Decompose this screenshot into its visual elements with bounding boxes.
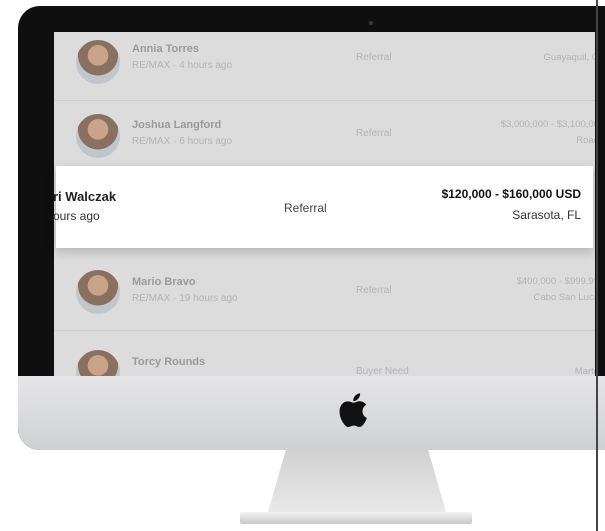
listing-type: Referral <box>356 128 392 139</box>
listing-price: $3,000,000 - $3,100,00 <box>500 119 595 130</box>
avatar <box>76 40 120 84</box>
list-item[interactable]: Joshua Langford RE/MAX · 6 hours ago Ref… <box>54 100 595 175</box>
monitor-stand-base <box>240 512 472 524</box>
listing-type: Referral <box>356 285 392 296</box>
agent-meta: RE/MAX · 19 hours ago <box>132 293 238 304</box>
list-item[interactable]: Mario Bravo RE/MAX · 19 hours ago Referr… <box>54 252 595 331</box>
agent-meta: RE/MAX · 4 hours ago <box>132 60 233 71</box>
agent-name: Torcy Rounds <box>132 356 206 368</box>
avatar <box>76 270 120 314</box>
listing-type: Buyer Need <box>356 366 409 376</box>
crop-edge-line <box>596 0 598 531</box>
listing-location: Cabo San Luca <box>533 292 596 303</box>
agent-name: ri Walczak <box>53 189 117 204</box>
listing-location: Sarasota, FL <box>512 208 581 222</box>
avatar <box>76 114 120 158</box>
listing-price: $120,000 - $160,000 USD <box>441 187 581 201</box>
listing-location: Road <box>576 135 595 146</box>
agent-name: Annia Torres <box>132 43 200 55</box>
listing-location: Marte <box>574 366 595 376</box>
agent-meta: ours ago <box>53 209 100 223</box>
list-item[interactable]: Torcy Rounds Buyer Need Marte <box>54 330 595 376</box>
agent-name: Mario Bravo <box>132 276 196 288</box>
avatar <box>76 350 120 376</box>
listing-type: Referral <box>284 201 327 215</box>
list-item[interactable]: Annia Torres RE/MAX · 4 hours ago Referr… <box>54 32 595 101</box>
agent-name: Joshua Langford <box>132 119 222 131</box>
highlighted-listing-card[interactable]: ri Walczak ours ago Referral $120,000 - … <box>53 166 593 248</box>
apple-logo-icon <box>339 393 367 428</box>
monitor-chin <box>18 376 605 450</box>
monitor-stand-neck <box>268 450 446 512</box>
camera-icon <box>369 21 373 25</box>
listing-price: $400,000 - $999,99 <box>516 276 595 287</box>
listing-type: Referral <box>356 52 392 63</box>
listing-location: Guayaquil, G <box>543 52 595 63</box>
agent-meta: RE/MAX · 6 hours ago <box>132 136 233 147</box>
